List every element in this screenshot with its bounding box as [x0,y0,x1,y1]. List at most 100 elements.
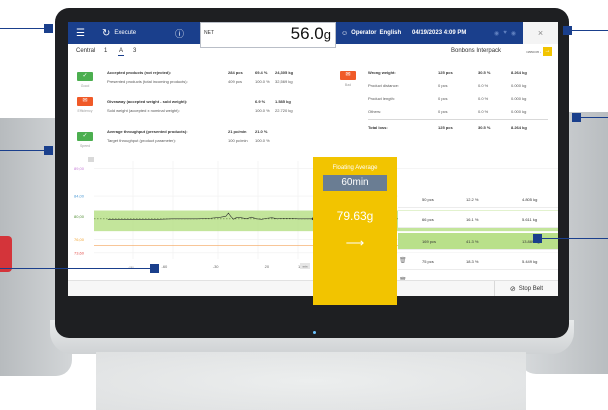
chart-point [120,219,122,220]
distribution-kg: 5.449 kg [522,259,538,264]
callout-marker-6 [533,234,542,243]
presented-label: Presented products (total incoming produ… [107,79,188,84]
floating-average-window[interactable]: 60min [323,175,387,191]
wrong-weight-pcs: 125 pcs [438,70,453,75]
speed-status-label: Speed [79,144,91,148]
callout-marker-4 [563,26,572,35]
tab-a[interactable]: A [118,48,125,56]
chart-point [171,218,173,220]
distribution-row[interactable]: 50 pcs 12.2 % 4.805 kg [398,191,558,208]
accepted-pct: 69.4 % [255,70,268,75]
distribution-pct: 41.3 % [466,239,479,244]
stop-icon: ⊘ [509,286,516,293]
chart-point [197,218,198,220]
chart-point [297,218,298,220]
chart-point [133,219,134,220]
info-icon[interactable]: ⓘ [175,22,184,44]
chart-point [146,219,147,220]
trash-icon[interactable]: 🗑 [399,257,407,264]
throughput-title: Average throughput (presented products): [107,129,188,134]
product-distance-pct: 0.0 % [478,83,489,88]
callout-line-3 [0,268,154,269]
user-icon: ☺ [341,29,349,37]
red-handle [0,236,12,272]
chart-x-tick-label: 20 [265,264,270,269]
product-length-pct: 0.0 % [478,96,489,101]
callout-marker-3 [150,264,159,273]
chart-point [241,217,242,218]
others-pct: 0.0 % [478,109,489,114]
chart-point [107,219,109,220]
distribution-kg: 4.805 kg [522,197,538,202]
chart-point [228,212,229,214]
execute-button[interactable]: ↻ Execute [102,22,136,44]
product-distance-pcs: 0 pcs [438,83,448,88]
product-length-pcs: 0 pcs [438,96,448,101]
presented-pct: 100.0 % [255,79,270,84]
sub-bar: Central 1 A 3 Bonbons Interpack InBB0005… [68,44,558,60]
refresh-icon: ↻ [102,27,111,39]
distribution-pct: 16.1 % [466,217,479,222]
close-icon: × [537,28,544,38]
execute-label: Execute [114,30,137,36]
chart-point [159,219,160,220]
chart-axis-tag [88,157,94,162]
chart-y-tick-label: 73,60 [74,250,85,255]
callout-line-4 [566,30,608,31]
callout-line-1 [0,28,46,29]
sold-weight-label: Sold weight (accepted x nominal weight): [107,108,180,113]
callout-marker-2 [44,146,53,155]
tab-1[interactable]: 1 [104,48,107,54]
distribution-pcs: 169 pcs [422,239,437,244]
distribution-kg: 5.611 kg [522,217,538,222]
callout-marker-1 [44,24,53,33]
monitor-stand [96,352,526,410]
net-label: NET [204,30,214,36]
chart-point [251,216,252,218]
product-length-label: Product length: [368,96,395,101]
operator-button[interactable]: ☺ Operator English [341,22,401,44]
language-label: English [379,30,402,36]
bad-status-label: Bad [344,83,352,87]
wrong-weight-kg: 8.264 kg [511,70,527,75]
distribution-pct: 18.3 % [466,259,479,264]
next-product-icon[interactable]: → [543,47,552,56]
chart-point [271,217,273,218]
efficiency-status-icon: ✉ [77,97,93,106]
chart-point [246,218,247,220]
product-code: InBB0005 › [526,50,542,54]
status-icon-1: ◉ [494,30,500,37]
speed-status-icon: ✓ [77,132,93,141]
target-throughput-label: Target throughput (product parameter): [107,138,176,143]
status-icon-2: ♥ [503,30,507,36]
product-photo: ☰ ↻ Execute ⓘ ☺ Operator English 04/19/2… [0,0,608,410]
chart-point [233,219,234,220]
others-kg: 0.000 kg [511,109,527,114]
datetime-display: 04/19/2023 4:09 PM [412,30,467,36]
chart-point [276,218,278,220]
callout-marker-5 [572,113,581,122]
chart-point [302,218,303,220]
throughput-pct: 21.0 % [255,129,268,134]
good-status-icon: ✓ [77,72,93,81]
chart-y-tick-label: 84,00 [74,194,85,199]
menu-icon[interactable]: ☰ [76,22,85,44]
presented-pcs: 409 pcs [228,79,243,84]
floating-average-card[interactable]: Floating Average 60min 79.63g ⟶ [313,157,397,305]
floating-average-value: 79.63g [336,209,374,223]
accepted-kg: 24,305 kg [275,70,294,75]
chart-point [307,218,309,220]
presented-kg: 32,569 kg [275,79,293,84]
tab-3[interactable]: 3 [133,48,136,54]
distribution-row[interactable]: 🗑 75 pcs 18.3 % 5.449 kg [398,253,558,270]
product-distance-label: Product distance: [368,83,399,88]
close-button[interactable]: × [523,22,558,44]
callout-line-2 [0,150,46,151]
distribution-row[interactable]: 66 pcs 16.1 % 5.611 kg [398,211,558,228]
stop-belt-label: Stop Belt [518,286,544,292]
giveaway-title: Giveaway (accepted weight - sold weight)… [107,99,188,104]
giveaway-pct: 6.9 % [255,99,266,104]
stop-belt-button[interactable]: ⊘ Stop Belt [494,281,558,296]
chart-point [184,218,186,220]
bad-status-icon: ✉ [340,71,356,80]
